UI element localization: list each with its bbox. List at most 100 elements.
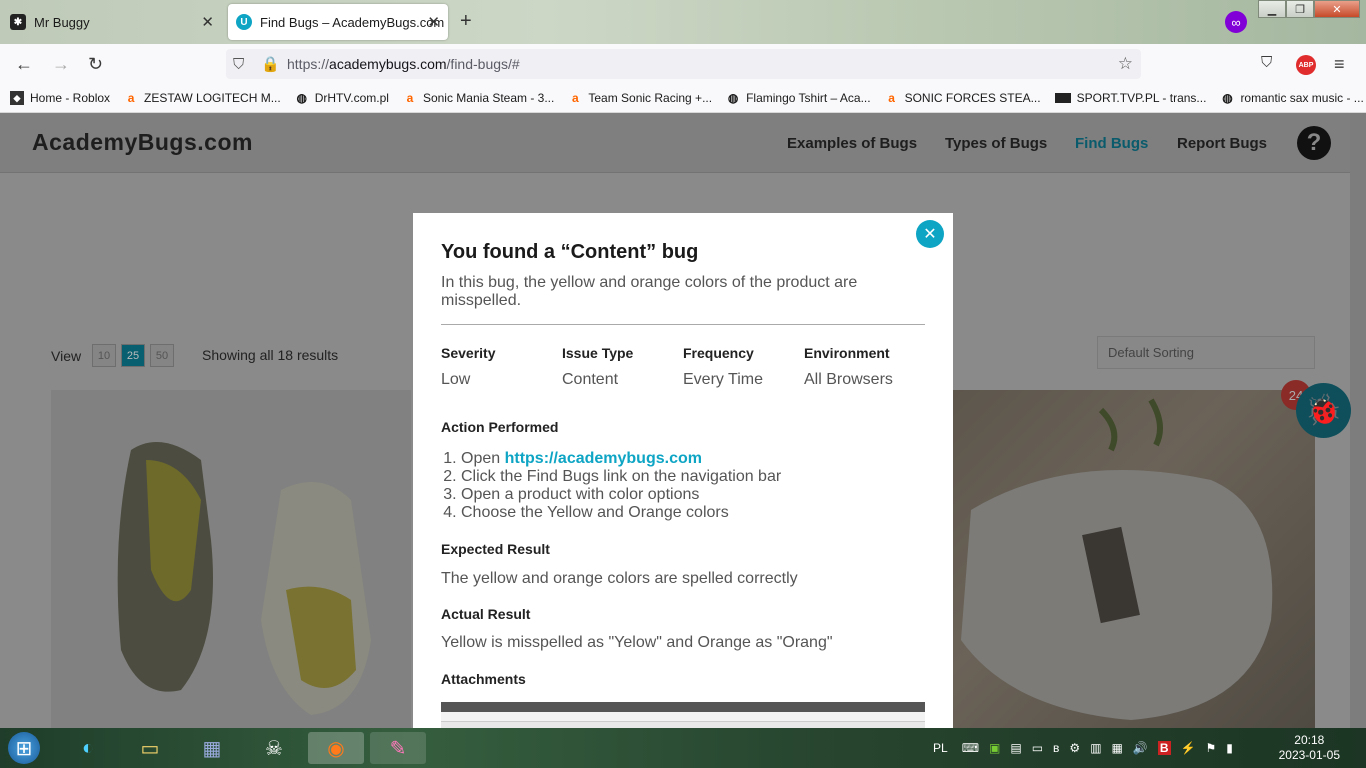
language-indicator[interactable]: PL: [933, 741, 948, 755]
pocket-icon[interactable]: ⛉: [1261, 54, 1272, 71]
url-text[interactable]: https://academybugs.com/find-bugs/#: [287, 56, 520, 72]
shield-icon[interactable]: ⛉: [233, 56, 244, 73]
step-item: Open a product with color options: [461, 486, 925, 504]
bookmark-item[interactable]: a SONIC FORCES STEA...: [885, 91, 1041, 105]
web-page: AcademyBugs.com Examples of Bugs Types o…: [0, 113, 1366, 728]
url-bar[interactable]: ⛉ 🔒 https://academybugs.com/find-bugs/# …: [226, 49, 1141, 79]
url-domain: academybugs.com: [329, 56, 447, 72]
bookmark-label: ZESTAW LOGITECH M...: [144, 91, 281, 105]
network-icon[interactable]: ▦: [1112, 741, 1123, 755]
view-option-10[interactable]: 10: [92, 344, 116, 367]
tray-settings-icon[interactable]: ⚙: [1069, 741, 1080, 755]
results-count: Showing all 18 results: [202, 347, 339, 363]
action-center-flag-icon[interactable]: ⚑: [1205, 741, 1216, 755]
step-item: Choose the Yellow and Orange colors: [461, 504, 925, 522]
bookmark-label: SONIC FORCES STEA...: [904, 91, 1041, 105]
modal-description: In this bug, the yellow and orange color…: [441, 274, 925, 325]
edge-icon[interactable]: ◐: [72, 732, 104, 764]
bookmark-item[interactable]: a ZESTAW LOGITECH M...: [124, 91, 281, 105]
back-arrow-icon[interactable]: ←: [15, 54, 33, 75]
site-logo[interactable]: AcademyBugs.com: [32, 129, 253, 156]
frequency-column: Frequency Every Time: [683, 345, 804, 389]
alien-app-icon[interactable]: ☠: [258, 732, 290, 764]
private-browsing-icon[interactable]: ∞: [1225, 11, 1247, 33]
close-tab-icon[interactable]: ✕: [201, 13, 214, 31]
lock-icon[interactable]: 🔒: [261, 55, 280, 73]
severity-value: Low: [441, 371, 471, 388]
view-option-25[interactable]: 25: [121, 344, 145, 367]
flamingo-tshirt-image: [961, 398, 1273, 720]
attachment-screenshot[interactable]: [441, 702, 925, 728]
bookmark-item[interactable]: ◆ Home - Roblox: [10, 91, 110, 105]
printer-icon[interactable]: ▥: [1090, 741, 1101, 755]
action-performed-heading: Action Performed: [441, 419, 559, 435]
step-item: Click the Find Bugs link on the navigati…: [461, 468, 925, 486]
close-window-button[interactable]: ✕: [1314, 0, 1360, 18]
maximize-button[interactable]: ❐: [1286, 0, 1314, 18]
reload-icon[interactable]: ↻: [88, 54, 103, 75]
close-tab-icon[interactable]: ✕: [427, 13, 440, 31]
attachments-heading: Attachments: [441, 671, 526, 687]
forward-arrow-icon[interactable]: →: [52, 54, 70, 75]
bookmark-item[interactable]: a Sonic Mania Steam - 3...: [403, 91, 555, 105]
bookmark-item[interactable]: ◍ romantic sax music - ...: [1220, 91, 1364, 105]
bookmark-item[interactable]: ◍ DrHTV.com.pl: [295, 91, 389, 105]
environment-column: Environment All Browsers: [804, 345, 925, 389]
shoes-image: [117, 442, 371, 715]
attachment-tabbar: [441, 702, 925, 712]
system-tray: PL ⌨ ▣ ▤ ▭ ʙ ⚙ ▥ ▦ 🔊 B ⚡ ⚑ ▮: [933, 728, 1233, 768]
bookmark-label: DrHTV.com.pl: [314, 91, 389, 105]
file-explorer-icon[interactable]: ▭: [134, 732, 166, 764]
issue-type-column: Issue Type Content: [562, 345, 683, 389]
b-app-icon[interactable]: B: [1157, 741, 1171, 755]
sort-select[interactable]: Default Sorting: [1097, 336, 1315, 369]
bug-tracker-icon[interactable]: 🐞: [1296, 383, 1351, 438]
keyboard-icon[interactable]: ⌨: [962, 741, 979, 755]
browser-chrome: ✱ Mr Buggy ✕ U Find Bugs – AcademyBugs.c…: [0, 0, 1366, 113]
clock-date: 2023-01-05: [1278, 748, 1340, 762]
start-button-icon[interactable]: ⊞: [8, 732, 40, 764]
actual-result-text: Yellow is misspelled as "Yelow" and Oran…: [441, 634, 833, 651]
nav-types-of-bugs[interactable]: Types of Bugs: [945, 135, 1047, 152]
monitor-icon[interactable]: ▭: [1032, 741, 1043, 755]
firefox-icon[interactable]: ◉: [308, 732, 364, 764]
nav-report-bugs[interactable]: Report Bugs: [1177, 135, 1267, 152]
minimize-button[interactable]: ▁: [1258, 0, 1286, 18]
tray-app-icon[interactable]: ▤: [1010, 741, 1021, 755]
help-question-icon[interactable]: ?: [1297, 126, 1331, 160]
windows-taskbar: ⊞ ◐ ▭ ▦ ☠ ◉ ✎ PL ⌨ ▣ ▤ ▭ ʙ ⚙ ▥ ▦ 🔊 B ⚡ ⚑…: [0, 728, 1366, 768]
view-option-50[interactable]: 50: [150, 344, 174, 367]
control-panel-icon[interactable]: ▦: [196, 732, 228, 764]
clock[interactable]: 20:18 2023-01-05: [1279, 733, 1340, 763]
paint-icon[interactable]: ✎: [370, 732, 426, 764]
new-tab-plus-icon[interactable]: +: [460, 10, 472, 33]
product-card-shoes[interactable]: [51, 390, 411, 728]
tab-find-bugs[interactable]: U Find Bugs – AcademyBugs.com ✕: [228, 4, 448, 40]
page-scrollbar[interactable]: [1350, 113, 1366, 728]
bookmark-item[interactable]: SPORT.TVP.PL - trans...: [1054, 91, 1206, 105]
clock-time: 20:18: [1294, 733, 1325, 747]
menu-hamburger-icon[interactable]: ≡: [1334, 54, 1345, 75]
battery-icon[interactable]: ▮: [1226, 741, 1233, 755]
navigation-bar: ← → ↻ ⛉ 🔒 https://academybugs.com/find-b…: [0, 44, 1366, 84]
volume-icon[interactable]: 🔊: [1133, 741, 1148, 755]
issue-type-value: Content: [562, 371, 619, 388]
bookmark-item[interactable]: a Team Sonic Racing +...: [568, 91, 712, 105]
bookmark-star-icon[interactable]: ☆: [1118, 54, 1133, 74]
power-icon[interactable]: ⚡: [1181, 741, 1196, 755]
allegro-icon: a: [406, 91, 414, 105]
product-card-flamingo-tshirt[interactable]: [951, 390, 1315, 728]
steps-list: Open https://academybugs.com Click the F…: [441, 450, 925, 522]
bluetooth-icon[interactable]: ʙ: [1053, 741, 1059, 755]
academybugs-link[interactable]: https://academybugs.com: [505, 450, 702, 467]
roblox-icon: ◆: [10, 91, 24, 105]
modal-close-button[interactable]: ✕: [916, 220, 944, 248]
expected-result-text: The yellow and orange colors are spelled…: [441, 570, 798, 587]
nav-examples-of-bugs[interactable]: Examples of Bugs: [787, 135, 917, 152]
nav-find-bugs[interactable]: Find Bugs: [1075, 135, 1148, 152]
tab-mr-buggy[interactable]: ✱ Mr Buggy ✕: [0, 0, 222, 44]
bookmark-item[interactable]: ◍ Flamingo Tshirt – Aca...: [726, 91, 871, 105]
nvidia-icon[interactable]: ▣: [989, 741, 1000, 755]
adblock-plus-icon[interactable]: ABP: [1296, 55, 1316, 75]
tab-title: Find Bugs – AcademyBugs.com: [260, 14, 445, 30]
